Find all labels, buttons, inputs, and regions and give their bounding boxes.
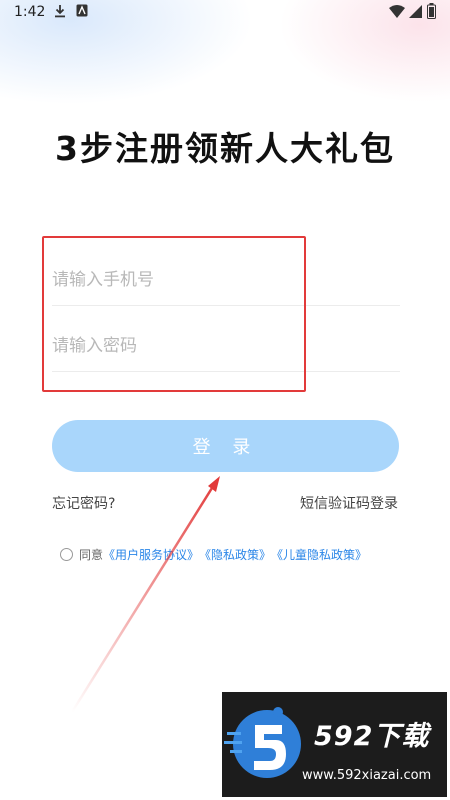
status-time: 1:42 [14, 4, 46, 20]
app-notification-icon [76, 4, 88, 21]
battery-icon [427, 3, 436, 23]
agree-prefix: 同意 [79, 548, 104, 562]
user-agreement-link[interactable]: 《用户服务协议》 [103, 546, 199, 563]
signal-icon [409, 5, 422, 22]
sms-login-link[interactable]: 短信验证码登录 [300, 493, 398, 513]
children-privacy-link[interactable]: 《儿童隐私政策》 [271, 546, 367, 563]
watermark-banner: 592下载 www.592xiazai.com [222, 692, 447, 797]
status-bar: 1:42 [0, 0, 450, 26]
agree-radio[interactable] [60, 548, 73, 561]
forgot-password-link[interactable]: 忘记密码? [52, 493, 115, 513]
login-button[interactable]: 登 录 [52, 420, 399, 472]
download-icon [54, 4, 66, 22]
agreement-row: 同意 《用户服务协议》 《隐私政策》 《儿童隐私政策》 [60, 546, 367, 563]
page-title: 3步注册领新人大礼包 [55, 129, 395, 168]
watermark-url: www.592xiazai.com [302, 768, 432, 783]
watermark-brand: 592下载 [314, 721, 430, 752]
privacy-policy-link[interactable]: 《隐私政策》 [199, 546, 271, 563]
annotation-highlight-box [42, 236, 306, 392]
wifi-icon [389, 5, 405, 22]
